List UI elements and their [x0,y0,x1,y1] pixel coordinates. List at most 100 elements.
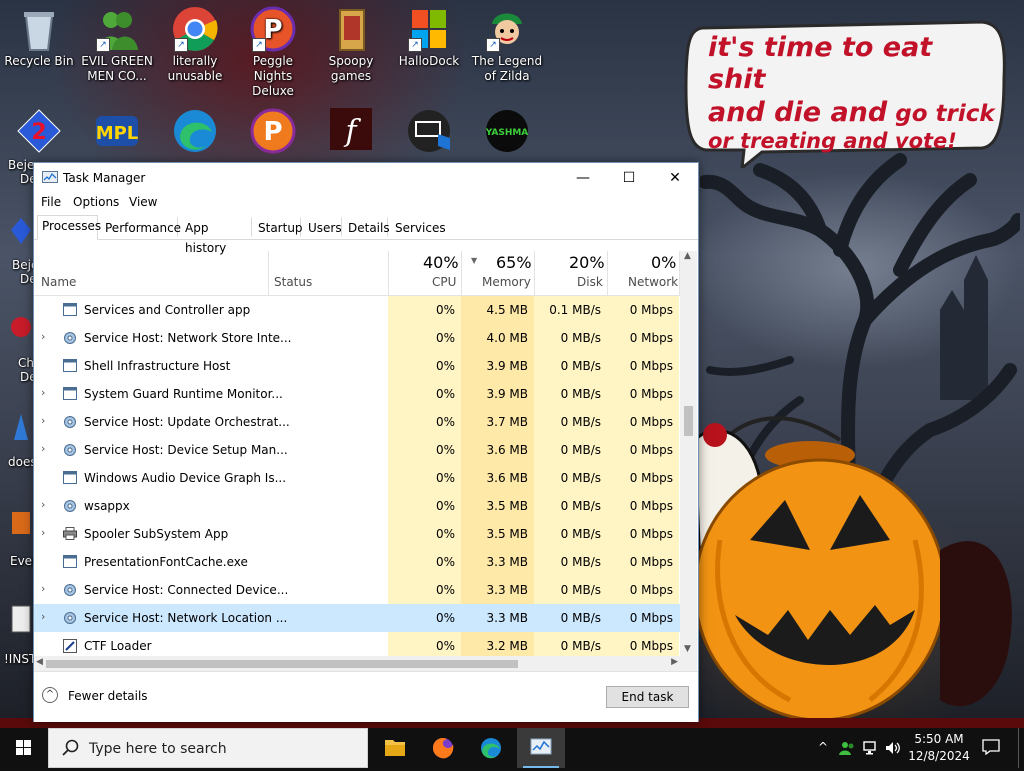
flash-icon[interactable]: f [328,106,374,152]
menu-file[interactable]: File [41,195,61,209]
scroll-up-icon[interactable]: ▲ [684,251,691,261]
expand-chevron-icon[interactable]: › [41,610,45,623]
edge-icon[interactable] [172,108,218,154]
tab-app-history[interactable]: App history [180,217,252,255]
process-row[interactable]: Services and Controller app 0% 4.5 MB 0.1 M… [34,296,680,324]
expand-chevron-icon[interactable]: › [41,526,45,539]
peggle-deluxe-icon[interactable]: P [250,108,296,154]
installer-side-icon[interactable] [10,604,32,634]
title-bar[interactable]: Task Manager — ☐ ✕ [34,163,698,193]
blue-side-icon[interactable] [10,412,32,442]
chevron-up-circle-icon[interactable]: ^ [42,687,58,703]
bejeweled-icon[interactable]: 2 [16,108,62,154]
menu-view[interactable]: View [129,195,157,209]
process-row[interactable]: › Service Host: Device Setup Man... 0% 3.6 … [34,436,680,464]
maximize-button[interactable]: ☐ [606,163,652,193]
tab-startup[interactable]: Startup [253,217,303,237]
bejeweled-side-icon[interactable] [10,216,32,246]
desktop-icon-recycle-bin[interactable]: Recycle Bin [0,0,78,69]
edge-icon [481,738,501,759]
close-button[interactable]: ✕ [652,163,698,193]
tab-details[interactable]: Details [343,217,390,237]
taskbar-search-box[interactable]: Type here to search [48,728,368,768]
menu-options[interactable]: Options [73,195,119,209]
desktop-icon-peggle[interactable]: P ↗ Peggle Nights Deluxe [234,0,312,99]
process-name: CTF Loader [84,639,152,653]
process-row[interactable]: › System Guard Runtime Monitor... 0% 3.9 MB… [34,380,680,408]
memory-total-percent[interactable]: 65% [496,253,532,272]
tab-users[interactable]: Users [303,217,342,237]
volume-icon[interactable] [884,740,902,756]
process-row[interactable]: › wsappx 0% 3.5 MB 0 MB/s 0 Mbps [34,492,680,520]
taskbar-clock[interactable]: 5:50 AM 12/8/2024 [906,731,972,765]
process-memory-value: 3.3 MB [486,555,528,569]
scroll-down-icon[interactable]: ▼ [684,644,691,654]
disk-total-percent[interactable]: 20% [569,253,605,272]
process-row[interactable]: PresentationFontCache.exe 0% 3.3 MB 0 MB/s 0… [34,548,680,576]
process-row[interactable]: Shell Infrastructure Host 0% 3.9 MB 0 MB/s 0… [34,352,680,380]
chuzzle-side-icon[interactable] [10,312,32,342]
taskbar-firefox[interactable] [419,728,467,768]
scroll-right-icon[interactable]: ▶ [671,657,678,667]
process-name: Service Host: Connected Device... [84,583,289,597]
fewer-details-link[interactable]: Fewer details [68,689,148,703]
start-button[interactable] [0,728,48,768]
expand-chevron-icon[interactable]: › [41,582,45,595]
gear-icon [63,415,77,428]
vertical-scrollbar[interactable]: ▲ ▼ [680,251,697,656]
horizontal-scroll-thumb[interactable] [46,660,518,668]
column-disk-header[interactable]: Disk [577,275,603,289]
process-row[interactable]: › Service Host: Network Location ... 0% 3.3… [34,604,680,632]
people-icon[interactable] [838,740,856,756]
scroll-left-icon[interactable]: ◀ [36,657,43,667]
mpl-icon[interactable]: MPL [94,108,140,154]
expand-chevron-icon[interactable]: › [41,498,45,511]
minimize-button[interactable]: — [560,163,606,193]
desktop-icon-legend-of-zilda[interactable]: ↗ The Legend of Zilda [468,0,546,84]
tab-services[interactable]: Services [390,217,446,237]
tab-processes[interactable]: Processes [37,215,101,240]
taskbar-task-manager[interactable] [517,728,565,768]
process-name: Service Host: Update Orchestrat... [84,415,290,429]
column-network-header[interactable]: Network [628,275,678,289]
process-row[interactable]: Windows Audio Device Graph Is... 0% 3.6 MB… [34,464,680,492]
column-status-header[interactable]: Status [274,275,312,289]
tab-performance[interactable]: Performance [100,217,181,237]
ever-side-icon[interactable] [10,508,32,538]
process-row[interactable]: › Spooler SubSystem App 0% 3.5 MB 0 MB/s 0 Mb… [34,520,680,548]
gear-icon [63,611,77,624]
process-row[interactable]: › Service Host: Network Store Inte... 0% 4.… [34,324,680,352]
yashma-icon[interactable]: YASHMA [484,108,530,154]
desktop-icon-hallodock[interactable]: ↗ HalloDock [390,0,468,69]
desktop-icon-literally-unusable[interactable]: ↗ literally unusable [156,0,234,84]
tab-strip: Processes Performance App history Startu… [34,215,698,255]
expand-chevron-icon[interactable]: › [41,386,45,399]
taskbar-edge[interactable] [467,728,515,768]
end-task-button[interactable]: End task [606,686,689,708]
taskbar-file-explorer[interactable] [371,728,419,768]
expand-chevron-icon[interactable]: › [41,442,45,455]
process-row[interactable]: › Service Host: Connected Device... 0% 3.3 … [34,576,680,604]
desktop-icon-spoopy-games[interactable]: Spoopy games [312,0,390,84]
expand-chevron-icon[interactable]: › [41,330,45,343]
process-row[interactable]: CTF Loader 0% 3.2 MB 0 MB/s 0 Mbps [34,632,680,656]
desktop-icon-evil-green-men[interactable]: ↗ EVIL GREEN MEN CO... [78,0,156,84]
process-cpu-value: 0% [435,499,455,513]
horizontal-scrollbar[interactable]: ◀ ▶ [34,656,680,671]
column-name-header[interactable]: Name [41,275,76,289]
vertical-scroll-thumb[interactable] [684,406,693,436]
chevron-up-icon[interactable]: ^ [814,740,832,756]
notification-center-icon[interactable] [982,739,1000,755]
remote-desktop-icon[interactable] [406,108,452,154]
process-cpu-value: 0% [435,583,455,597]
network-total-percent[interactable]: 0% [651,253,676,272]
cpu-total-percent[interactable]: 40% [423,253,459,272]
show-desktop-button[interactable] [1018,728,1024,768]
network-icon[interactable] [862,740,880,756]
column-memory-header[interactable]: Memory [482,275,531,289]
shortcut-arrow-icon: ↗ [252,38,266,52]
column-cpu-header[interactable]: CPU [432,275,456,289]
process-row[interactable]: › Service Host: Update Orchestrat... 0% 3.7… [34,408,680,436]
expand-chevron-icon[interactable]: › [41,414,45,427]
process-name: wsappx [84,499,130,513]
